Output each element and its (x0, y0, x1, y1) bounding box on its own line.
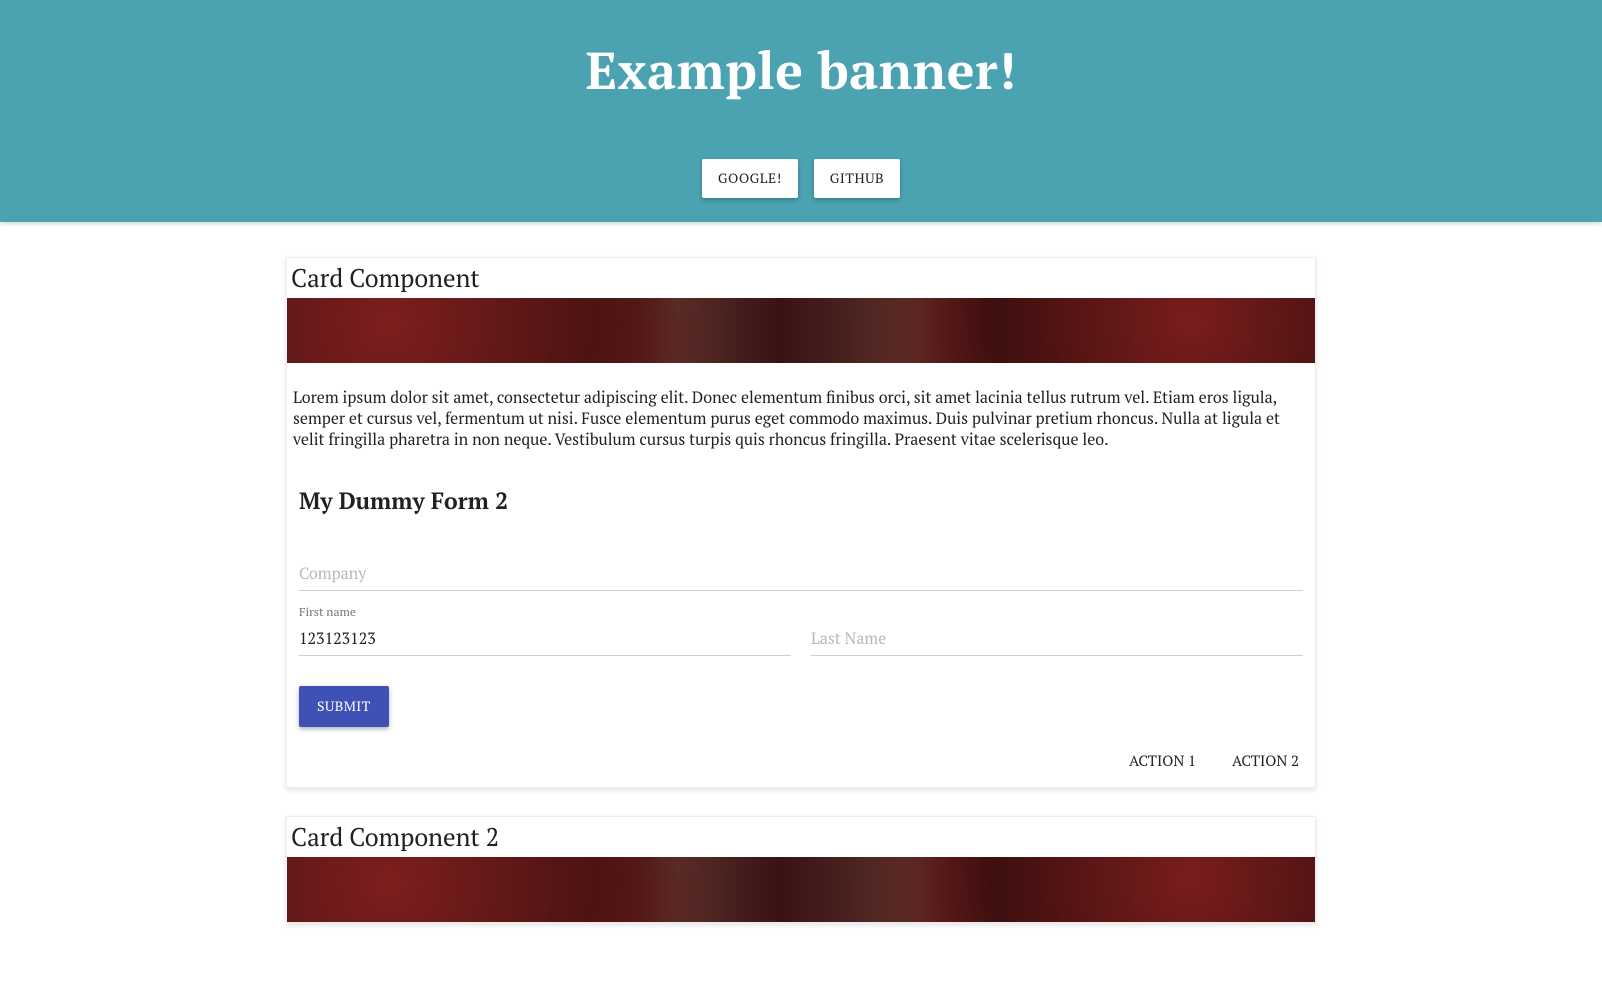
card-component: Card Component Lorem ipsum dolor sit ame… (286, 257, 1316, 788)
submit-button[interactable]: SUBMIT (299, 686, 389, 727)
action-1-link[interactable]: ACTION 1 (1129, 751, 1196, 771)
card-2-header-image (287, 857, 1315, 922)
first-name-input[interactable] (299, 621, 791, 656)
last-name-input[interactable] (811, 621, 1303, 656)
dummy-form: My Dummy Form 2 First name SUBMIT (287, 455, 1315, 747)
card-body-text: Lorem ipsum dolor sit amet, consectetur … (287, 363, 1315, 455)
card-header-image (287, 298, 1315, 363)
first-name-label: First name (299, 605, 356, 620)
form-title: My Dummy Form 2 (299, 485, 1303, 516)
company-input[interactable] (299, 556, 1303, 591)
card-actions: ACTION 1 ACTION 2 (287, 747, 1315, 787)
action-2-link[interactable]: ACTION 2 (1232, 751, 1299, 771)
card-component-2: Card Component 2 (286, 816, 1316, 923)
card-2-title: Card Component 2 (287, 817, 1315, 857)
banner-button-row: GOOGLE! GITHUB (20, 159, 1582, 202)
banner-title: Example banner! (20, 35, 1582, 104)
last-name-field-wrap (811, 621, 1303, 656)
google-button[interactable]: GOOGLE! (702, 159, 798, 198)
first-name-field-wrap: First name (299, 621, 791, 656)
company-field-wrap (299, 556, 1303, 591)
content-container: Card Component Lorem ipsum dolor sit ame… (276, 257, 1326, 981)
card-title: Card Component (287, 258, 1315, 298)
github-button[interactable]: GITHUB (814, 159, 900, 198)
banner-header: Example banner! GOOGLE! GITHUB (0, 0, 1602, 222)
